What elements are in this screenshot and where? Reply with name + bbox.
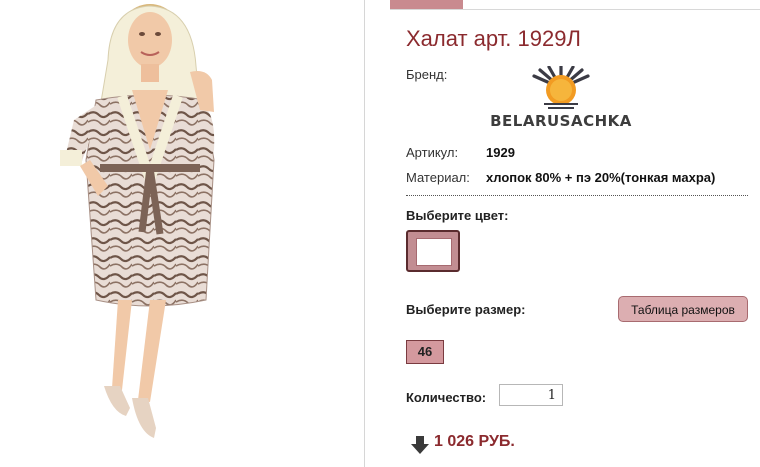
brand-name: BELARUSACHKA [490, 112, 632, 130]
article-value: 1929 [486, 145, 515, 160]
product-info-panel: Халат арт. 1929Л Бренд: BELARUSACHKA Арт… [390, 0, 760, 467]
color-swatch-inner [416, 238, 452, 266]
sun-logo-icon [532, 64, 590, 109]
product-photo-illustration [60, 4, 215, 438]
material-value: хлопок 80% + пэ 20%(тонкая махра) [486, 170, 716, 185]
tab-active[interactable] [390, 0, 463, 9]
size-table-button[interactable]: Таблица размеров [618, 296, 748, 322]
tab-strip [390, 0, 760, 10]
arrow-down-icon [411, 436, 429, 454]
brand-logo[interactable]: BELARUSACHKA [486, 64, 636, 132]
article-label: Артикул: [406, 145, 459, 160]
quantity-label: Количество: [406, 390, 487, 405]
brand-label: Бренд: [406, 67, 448, 82]
color-swatch[interactable] [406, 230, 460, 272]
size-label: Выберите размер: [406, 302, 526, 317]
price-value: 1 026 РУБ. [434, 433, 515, 450]
pane-divider [364, 0, 365, 467]
quantity-input[interactable] [499, 384, 563, 406]
color-label: Выберите цвет: [406, 208, 509, 223]
product-image[interactable] [0, 0, 364, 467]
size-option-46[interactable]: 46 [406, 340, 444, 364]
material-label: Материал: [406, 170, 470, 185]
divider [406, 195, 748, 196]
product-title: Халат арт. 1929Л [406, 26, 581, 51]
